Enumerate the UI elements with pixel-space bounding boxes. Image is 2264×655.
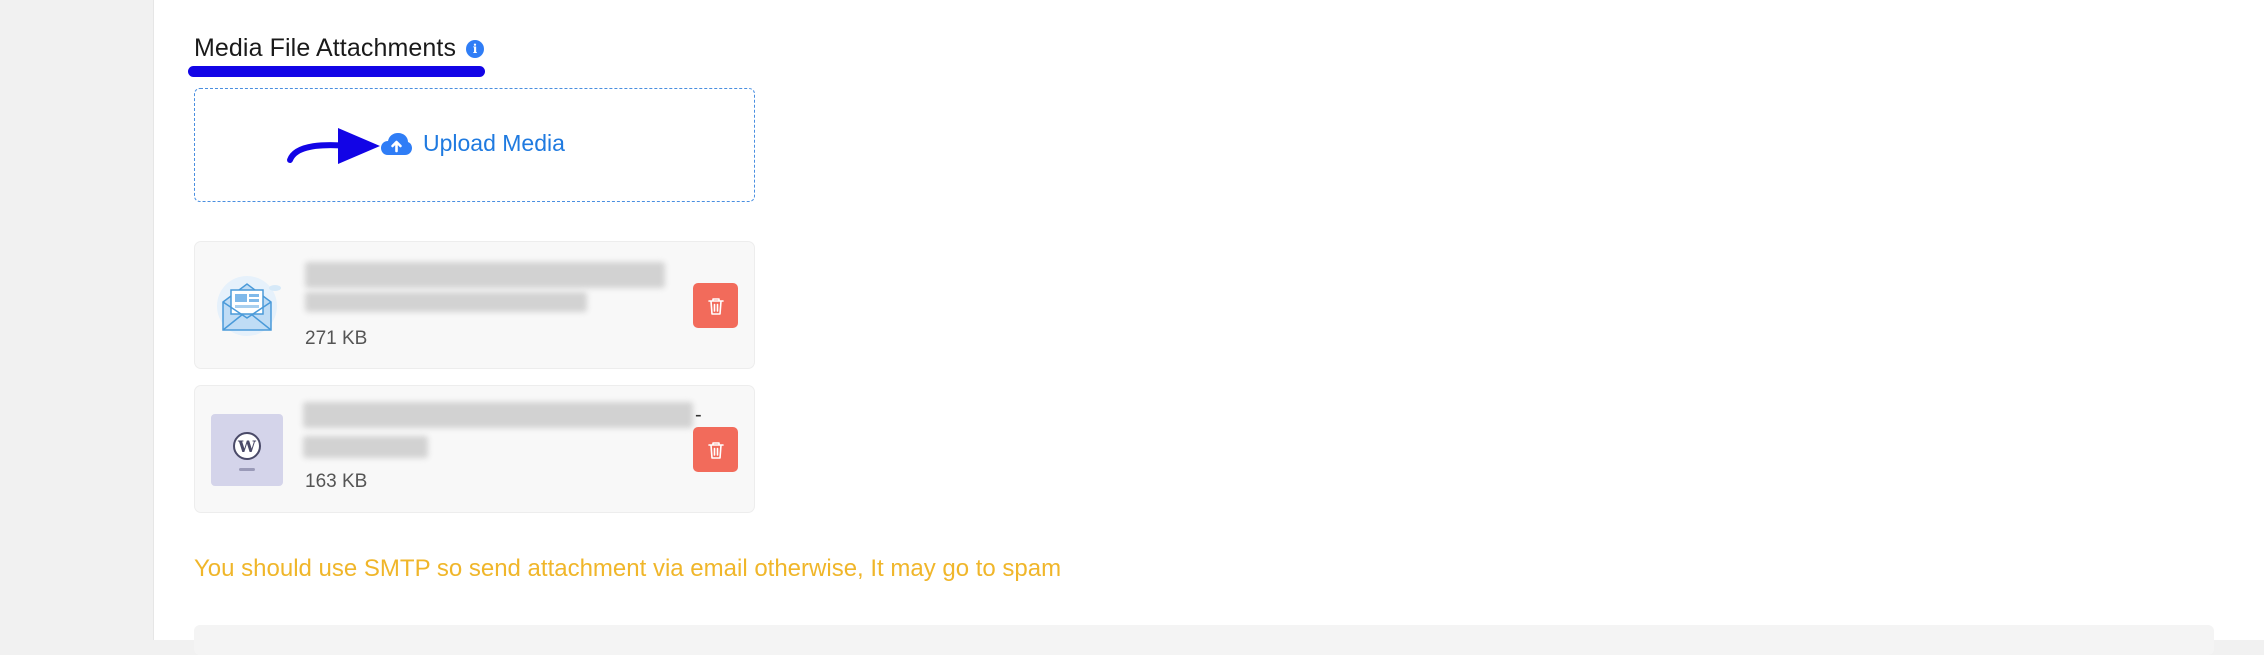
trash-icon [707, 441, 724, 459]
annotation-arrow-icon [287, 128, 380, 164]
trash-icon [707, 297, 724, 315]
attachment-item: W - 163 KB [194, 385, 755, 513]
upload-media-button[interactable]: Upload Media [380, 130, 565, 157]
file-size: 163 KB [305, 471, 368, 492]
delete-button[interactable] [693, 283, 738, 328]
delete-button[interactable] [693, 427, 738, 472]
annotation-underline [188, 66, 485, 77]
smtp-warning-text: You should use SMTP so send attachment v… [194, 555, 1062, 582]
file-name-redacted [303, 436, 428, 458]
wordpress-logo-icon: W [233, 432, 261, 471]
svg-text:W: W [237, 437, 257, 456]
section-title: Media File Attachments [194, 34, 457, 62]
file-name-fragment: - [695, 404, 702, 426]
next-section-box [194, 625, 2214, 655]
attachment-item: 271 KB [194, 241, 755, 369]
file-thumbnail: W [211, 414, 283, 486]
section-header: Media File Attachments i [194, 34, 485, 63]
file-size: 271 KB [305, 328, 368, 349]
envelope-newsletter-icon [217, 276, 281, 336]
file-name-redacted [303, 402, 693, 428]
file-name-redacted [305, 262, 665, 288]
info-icon[interactable]: i [466, 39, 485, 58]
file-name-redacted [305, 292, 587, 312]
upload-media-label: Upload Media [423, 130, 565, 156]
cloud-upload-icon [381, 132, 412, 155]
